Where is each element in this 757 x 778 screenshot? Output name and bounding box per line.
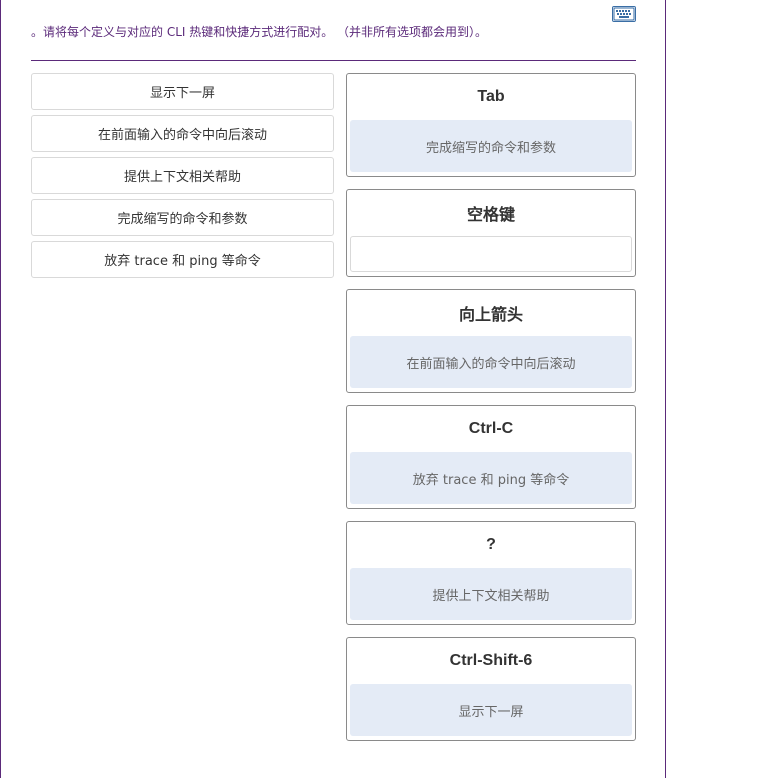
target-ctrl-shift-6: Ctrl-Shift-6 显示下一屏 (346, 637, 636, 741)
target-label: 空格键 (466, 207, 515, 224)
header-divider (31, 60, 636, 61)
target-tab: Tab 完成缩写的命令和参数 (346, 73, 636, 177)
target-label: Tab (477, 88, 505, 105)
keyboard-icon (613, 7, 635, 21)
target-question-mark: ? 提供上下文相关帮助 (346, 521, 636, 625)
instruction-text: 。请将每个定义与对应的 CLI 热键和快捷方式进行配对。 （并非所有选项都会用到… (31, 25, 488, 39)
drop-zone[interactable]: 放弃 trace 和 ping 等命令 (350, 452, 632, 504)
drop-zone[interactable]: 提供上下文相关帮助 (350, 568, 632, 620)
drop-zone[interactable]: 在前面输入的命令中向后滚动 (350, 336, 632, 388)
option-item[interactable]: 完成缩写的命令和参数 (31, 199, 334, 236)
targets-column: Tab 完成缩写的命令和参数 空格键 向上箭头 在前面输入的命令中向后滚动 Ct… (346, 73, 636, 753)
option-item[interactable]: 提供上下文相关帮助 (31, 157, 334, 194)
keyboard-button[interactable] (612, 6, 636, 22)
target-label: Ctrl-Shift-6 (449, 652, 533, 669)
option-item[interactable]: 在前面输入的命令中向后滚动 (31, 115, 334, 152)
options-list: 显示下一屏 在前面输入的命令中向后滚动 提供上下文相关帮助 完成缩写的命令和参数… (31, 73, 334, 283)
drop-zone[interactable]: 显示下一屏 (350, 684, 632, 736)
target-up-arrow: 向上箭头 在前面输入的命令中向后滚动 (346, 289, 636, 393)
target-label: ? (486, 536, 496, 553)
target-label: Ctrl-C (468, 420, 514, 437)
drop-zone[interactable]: 完成缩写的命令和参数 (350, 120, 632, 172)
target-label: 向上箭头 (458, 307, 523, 324)
target-space: 空格键 (346, 189, 636, 277)
target-ctrl-c: Ctrl-C 放弃 trace 和 ping 等命令 (346, 405, 636, 509)
option-item[interactable]: 显示下一屏 (31, 73, 334, 110)
drop-zone-empty[interactable] (350, 236, 632, 272)
option-item[interactable]: 放弃 trace 和 ping 等命令 (31, 241, 334, 278)
